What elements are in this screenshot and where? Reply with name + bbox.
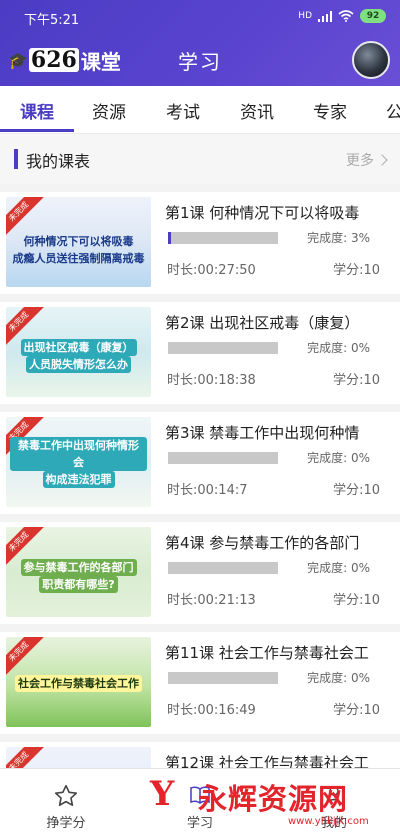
thumbnail-caption-line: 参与禁毒工作的各部门: [20, 559, 137, 576]
section-title: 我的课表: [26, 152, 91, 171]
active-tab-indicator: [0, 129, 74, 132]
thumbnail-caption: 参与禁毒工作的各部门 职责都有哪些?: [10, 559, 147, 593]
course-title: 第1课 何种情况下可以将吸毒: [165, 204, 360, 222]
course-title: 第4课 参与禁毒工作的各部门: [165, 534, 360, 552]
credit-text: 学分:10: [333, 483, 380, 498]
page-title: 学习: [178, 50, 222, 74]
thumbnail-caption-line: 职责都有哪些?: [39, 576, 118, 593]
thumbnail-caption-line: 禁毒工作中出现何种情形会: [10, 437, 147, 471]
course-item[interactable]: 未完成 参与禁毒工作的各部门 职责都有哪些? 第4课 参与禁毒工作的各部门 完成…: [0, 514, 400, 632]
completion-text: 完成度: 0%: [307, 671, 370, 685]
progress-bar: [168, 672, 278, 684]
signal-icon: [318, 10, 332, 22]
course-item[interactable]: 未完成 出现社区戒毒（康复） 人员脱失情形怎么办 第2课 出现社区戒毒（康复） …: [0, 294, 400, 412]
thumbnail-caption: 社会工作与禁毒社会工作: [10, 675, 147, 692]
completion-text: 完成度: 3%: [307, 231, 370, 245]
nav-label: 挣学分: [46, 816, 86, 831]
course-item[interactable]: 未完成 禁毒工作中出现何种情形会 构成违法犯罪 第3课 禁毒工作中出现何种情 完…: [0, 404, 400, 522]
site-watermark: Y 永辉资源网 www.yhkjjk.com: [150, 770, 400, 832]
course-thumbnail: 未完成 何种情况下可以将吸毒 成瘾人员送往强制隔离戒毒: [6, 197, 151, 287]
category-tabs: 课程 资源 考试 资讯 专家 公: [0, 86, 400, 134]
progress-bar: [168, 452, 278, 464]
watermark-url: www.yhkjjk.com: [288, 816, 369, 827]
status-bar: 下午5:21 HD 92: [0, 0, 400, 34]
course-title: 第3课 禁毒工作中出现何种情: [165, 424, 360, 442]
status-badge: 未完成: [6, 197, 45, 238]
credit-text: 学分:10: [333, 593, 380, 608]
tab-news[interactable]: 资讯: [240, 98, 274, 123]
duration-text: 时长:00:16:49: [167, 703, 256, 718]
course-thumbnail: 未完成 禁毒工作中出现何种情形会 构成违法犯罪: [6, 417, 151, 507]
tab-exam[interactable]: 考试: [166, 98, 200, 123]
app-header: 下午5:21 HD 92 🎓 626 课堂 学习: [0, 0, 400, 86]
thumbnail-caption: 出现社区戒毒（康复） 人员脱失情形怎么办: [10, 339, 147, 373]
nav-earn-credits[interactable]: 挣学分: [16, 769, 116, 832]
course-item[interactable]: 未完成 何种情况下可以将吸毒 成瘾人员送往强制隔离戒毒 第1课 何种情况下可以将…: [0, 184, 400, 302]
tab-experts[interactable]: 专家: [313, 98, 347, 123]
thumbnail-caption-line: 人员脱失情形怎么办: [26, 356, 131, 373]
course-thumbnail: 未完成 出现社区戒毒（康复） 人员脱失情形怎么办: [6, 307, 151, 397]
battery-indicator: 92: [360, 9, 386, 23]
thumbnail-caption-line: 出现社区戒毒（康复）: [20, 339, 137, 356]
credit-text: 学分:10: [333, 703, 380, 718]
completion-text: 完成度: 0%: [307, 341, 370, 355]
progress-bar: [168, 562, 278, 574]
watermark-text: 永辉资源网: [198, 782, 349, 816]
duration-text: 时长:00:27:50: [167, 263, 256, 278]
progress-bar: [168, 342, 278, 354]
status-badge: 未完成: [6, 637, 45, 678]
duration-text: 时长:00:14:7: [167, 483, 248, 498]
progress-bar: [168, 232, 278, 244]
thumbnail-caption: 何种情况下可以将吸毒 成瘾人员送往强制隔离戒毒: [10, 233, 147, 267]
avatar[interactable]: [352, 41, 390, 79]
tab-course[interactable]: 课程: [20, 98, 54, 123]
tab-public[interactable]: 公: [386, 98, 400, 123]
status-icons: HD 92: [298, 9, 386, 23]
progress-fill: [168, 232, 172, 244]
course-info: 第3课 禁毒工作中出现何种情 完成度: 0% 时长:00:14:7 学分:10: [165, 404, 390, 522]
status-time: 下午5:21: [24, 13, 80, 28]
signal-label: HD: [298, 11, 312, 21]
course-item[interactable]: 未完成 社会工作与禁毒社会工作 第11课 社会工作与禁毒社会工 完成度: 0% …: [0, 624, 400, 742]
course-info: 第1课 何种情况下可以将吸毒 完成度: 3% 时长:00:27:50 学分:10: [165, 184, 390, 302]
course-info: 第2课 出现社区戒毒（康复） 完成度: 0% 时长:00:18:38 学分:10: [165, 294, 390, 412]
wifi-icon: [338, 10, 354, 22]
course-thumbnail: 未完成 社会工作与禁毒社会工作: [6, 637, 151, 727]
completion-text: 完成度: 0%: [307, 451, 370, 465]
course-title: 第2课 出现社区戒毒（康复）: [165, 314, 360, 332]
thumbnail-caption: 禁毒工作中出现何种情形会 构成违法犯罪: [10, 437, 147, 488]
thumbnail-caption-line: 成瘾人员送往强制隔离戒毒: [12, 252, 145, 265]
more-link[interactable]: 更多: [346, 150, 388, 170]
duration-text: 时长:00:18:38: [167, 373, 256, 388]
section-accent-bar: [14, 149, 18, 169]
course-info: 第4课 参与禁毒工作的各部门 完成度: 0% 时长:00:21:13 学分:10: [165, 514, 390, 632]
duration-text: 时长:00:21:13: [167, 593, 256, 608]
more-label: 更多: [346, 153, 374, 169]
thumbnail-caption-line: 社会工作与禁毒社会工作: [15, 675, 142, 692]
course-title: 第11课 社会工作与禁毒社会工: [165, 644, 369, 662]
thumbnail-caption-line: 何种情况下可以将吸毒: [23, 235, 134, 248]
watermark-logo-icon: Y: [150, 774, 175, 814]
credit-text: 学分:10: [333, 373, 380, 388]
course-info: 第11课 社会工作与禁毒社会工 完成度: 0% 时长:00:16:49 学分:1…: [165, 624, 390, 742]
credit-text: 学分:10: [333, 263, 380, 278]
thumbnail-caption-line: 构成违法犯罪: [42, 471, 115, 488]
chevron-right-icon: [376, 154, 388, 166]
star-icon: [54, 784, 78, 807]
course-thumbnail: 未完成 参与禁毒工作的各部门 职责都有哪些?: [6, 527, 151, 617]
tab-resources[interactable]: 资源: [92, 98, 126, 123]
completion-text: 完成度: 0%: [307, 561, 370, 575]
